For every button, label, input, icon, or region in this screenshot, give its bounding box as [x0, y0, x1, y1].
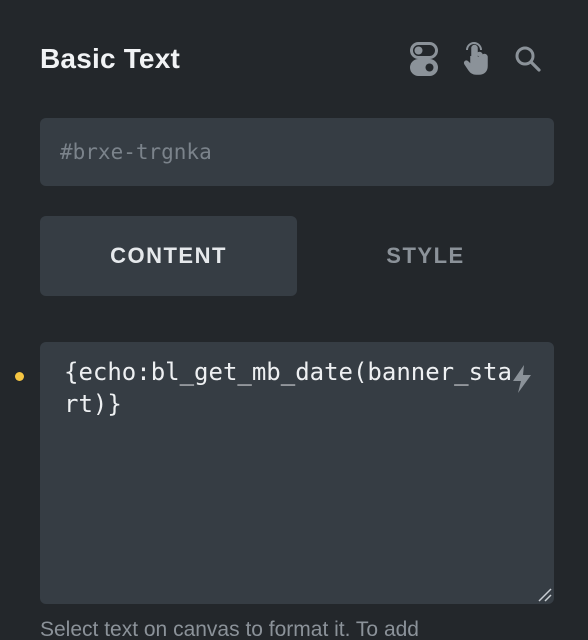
panel-header: Basic Text [40, 36, 554, 82]
element-id-input[interactable] [40, 118, 554, 186]
pointer-hand-icon[interactable] [450, 36, 502, 82]
resize-handle-icon[interactable] [536, 586, 552, 602]
format-hint-text: Select text on canvas to format it. To a… [40, 618, 419, 640]
search-icon[interactable] [502, 36, 554, 82]
element-panel: Basic Text #brxe-trgnka CONTENT STYLE {e… [0, 0, 588, 640]
tab-style[interactable]: STYLE [297, 216, 554, 296]
panel-title: Basic Text [40, 43, 180, 74]
modified-indicator-dot [15, 372, 24, 381]
tab-content[interactable]: CONTENT [40, 216, 297, 296]
dynamic-data-icon[interactable] [510, 364, 534, 394]
panel-tabs: CONTENT STYLE [40, 216, 554, 296]
header-icons [398, 36, 554, 82]
text-editor-value[interactable]: {echo:bl_get_mb_date(banner_start)} [64, 356, 524, 420]
text-editor[interactable]: {echo:bl_get_mb_date(banner_start)} [40, 342, 554, 604]
toggle-icon[interactable] [398, 36, 450, 82]
